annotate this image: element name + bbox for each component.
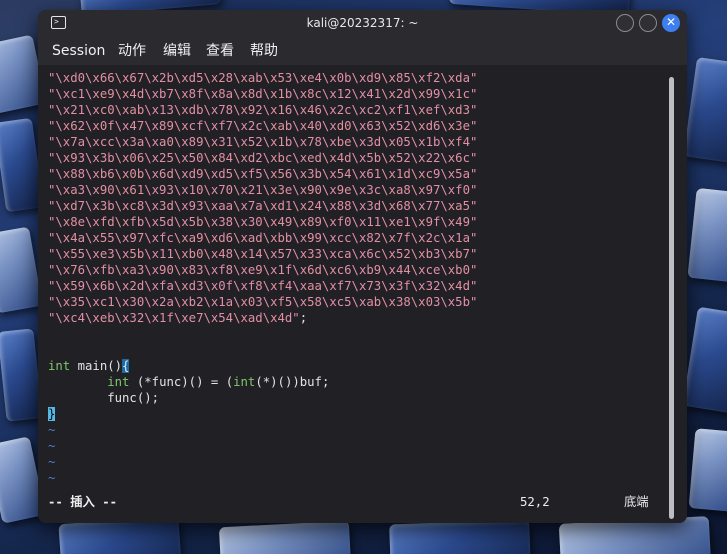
- code-line-main: int main(){: [48, 358, 130, 374]
- text-cursor: }: [48, 407, 56, 421]
- wallpaper-block: [0, 328, 43, 422]
- window-title: kali@20232317: ~: [306, 16, 419, 30]
- title-bar[interactable]: > kali@20232317: ~ ✕: [38, 10, 687, 37]
- empty-line-marker: ~: [48, 439, 56, 453]
- menu-bar: Session 动作 编辑 查看 帮助: [38, 37, 687, 65]
- code-line: "\xd0\x66\x67\x2b\xd5\x28\xab\x53\xe4\x0…: [48, 71, 478, 85]
- keyword: int: [48, 359, 71, 373]
- menu-session[interactable]: Session: [52, 37, 105, 65]
- code-line: "\x35\xc1\x30\x2a\xb2\x1a\x03\xf5\x58\xc…: [48, 295, 478, 309]
- keyword: int: [233, 375, 256, 389]
- code-line: "\x62\x0f\x47\x89\xcf\xf7\x2c\xab\x40\xd…: [48, 119, 478, 133]
- semicolon: ;: [299, 311, 308, 325]
- wallpaper-block: [683, 57, 727, 163]
- terminal-window: > kali@20232317: ~ ✕ Session 动作 编辑 查看 帮助…: [38, 10, 687, 523]
- code-text: (*func)() = (: [129, 375, 234, 389]
- empty-line-marker: ~: [48, 423, 56, 437]
- code-line: "\x88\xb6\x0b\x6d\xd9\xd5\xf5\x56\x3b\x5…: [48, 167, 478, 181]
- menu-actions[interactable]: 动作: [118, 37, 146, 65]
- wallpaper-block: [0, 226, 43, 314]
- minimize-button[interactable]: [616, 14, 634, 32]
- string-literal: "\xc4\xeb\x32\x1f\xe7\x54\xad\x4d": [48, 311, 300, 325]
- cursor-position: 52,2: [520, 495, 550, 509]
- menu-view[interactable]: 查看: [206, 37, 234, 65]
- wallpaper-block: [687, 187, 727, 283]
- code-line: "\x8e\xfd\xfb\x5d\x5b\x38\x30\x49\x89\xf…: [48, 215, 478, 229]
- wallpaper-block: [682, 306, 727, 414]
- code-line-func-decl: int (*func)() = (int(*)())buf;: [48, 374, 329, 390]
- scroll-position: 底端: [624, 495, 649, 509]
- code-line: "\x7a\xcc\x3a\xa0\x89\x31\x52\x1b\x78\xb…: [48, 135, 478, 149]
- wallpaper-block: [218, 520, 352, 554]
- keyword: int: [107, 375, 130, 389]
- code-text: main(): [70, 359, 123, 373]
- code-line: "\x93\x3b\x06\x25\x50\x84\xd2\xbc\xed\x4…: [48, 151, 478, 165]
- vim-mode-indicator: -- 插入 --: [48, 495, 118, 509]
- scrollbar[interactable]: [669, 77, 674, 519]
- terminal-content[interactable]: "\xd0\x66\x67\x2b\xd5\x28\xab\x53\xe4\x0…: [38, 65, 687, 523]
- code-line: "\xc1\xe9\x4d\xb7\x8f\x8a\x8d\x1b\x8c\x1…: [48, 87, 478, 101]
- wallpaper-block: [688, 428, 727, 512]
- code-line: "\xa3\x90\x61\x93\x10\x70\x21\x3e\x90\x9…: [48, 183, 478, 197]
- code-line: "\x59\x6b\x2d\xfa\xd3\x0f\xf8\xf4\xaa\xf…: [48, 279, 478, 293]
- code-line: "\xc4\xeb\x32\x1f\xe7\x54\xad\x4d";: [48, 310, 307, 326]
- code-text: (*)())buf;: [255, 375, 330, 389]
- code-line: "\x21\xc0\xab\x13\xdb\x78\x92\x16\x46\x2…: [48, 103, 478, 117]
- code-line: "\x76\xfb\xa3\x90\x83\xf8\xe9\x1f\x6d\xc…: [48, 263, 478, 277]
- menu-help[interactable]: 帮助: [250, 37, 278, 65]
- code-line: "\xd7\x3b\xc8\x3d\x93\xaa\x7a\xd1\x24\x8…: [48, 199, 478, 213]
- wallpaper-block: [389, 519, 531, 554]
- maximize-button[interactable]: [639, 14, 657, 32]
- menu-edit[interactable]: 编辑: [163, 37, 191, 65]
- open-brace: {: [122, 359, 130, 373]
- empty-line-marker: ~: [48, 471, 56, 485]
- empty-line-marker: ~: [48, 455, 56, 469]
- code-line-close: }: [48, 406, 56, 422]
- code-line: "\x4a\x55\x97\xfc\xa9\xd6\xad\xbb\x99\xc…: [48, 231, 478, 245]
- close-button[interactable]: ✕: [662, 14, 680, 32]
- code-line-func-call: func();: [48, 391, 160, 405]
- code-line: "\x55\xe3\x5b\x11\xb0\x48\x14\x57\x33\xc…: [48, 247, 478, 261]
